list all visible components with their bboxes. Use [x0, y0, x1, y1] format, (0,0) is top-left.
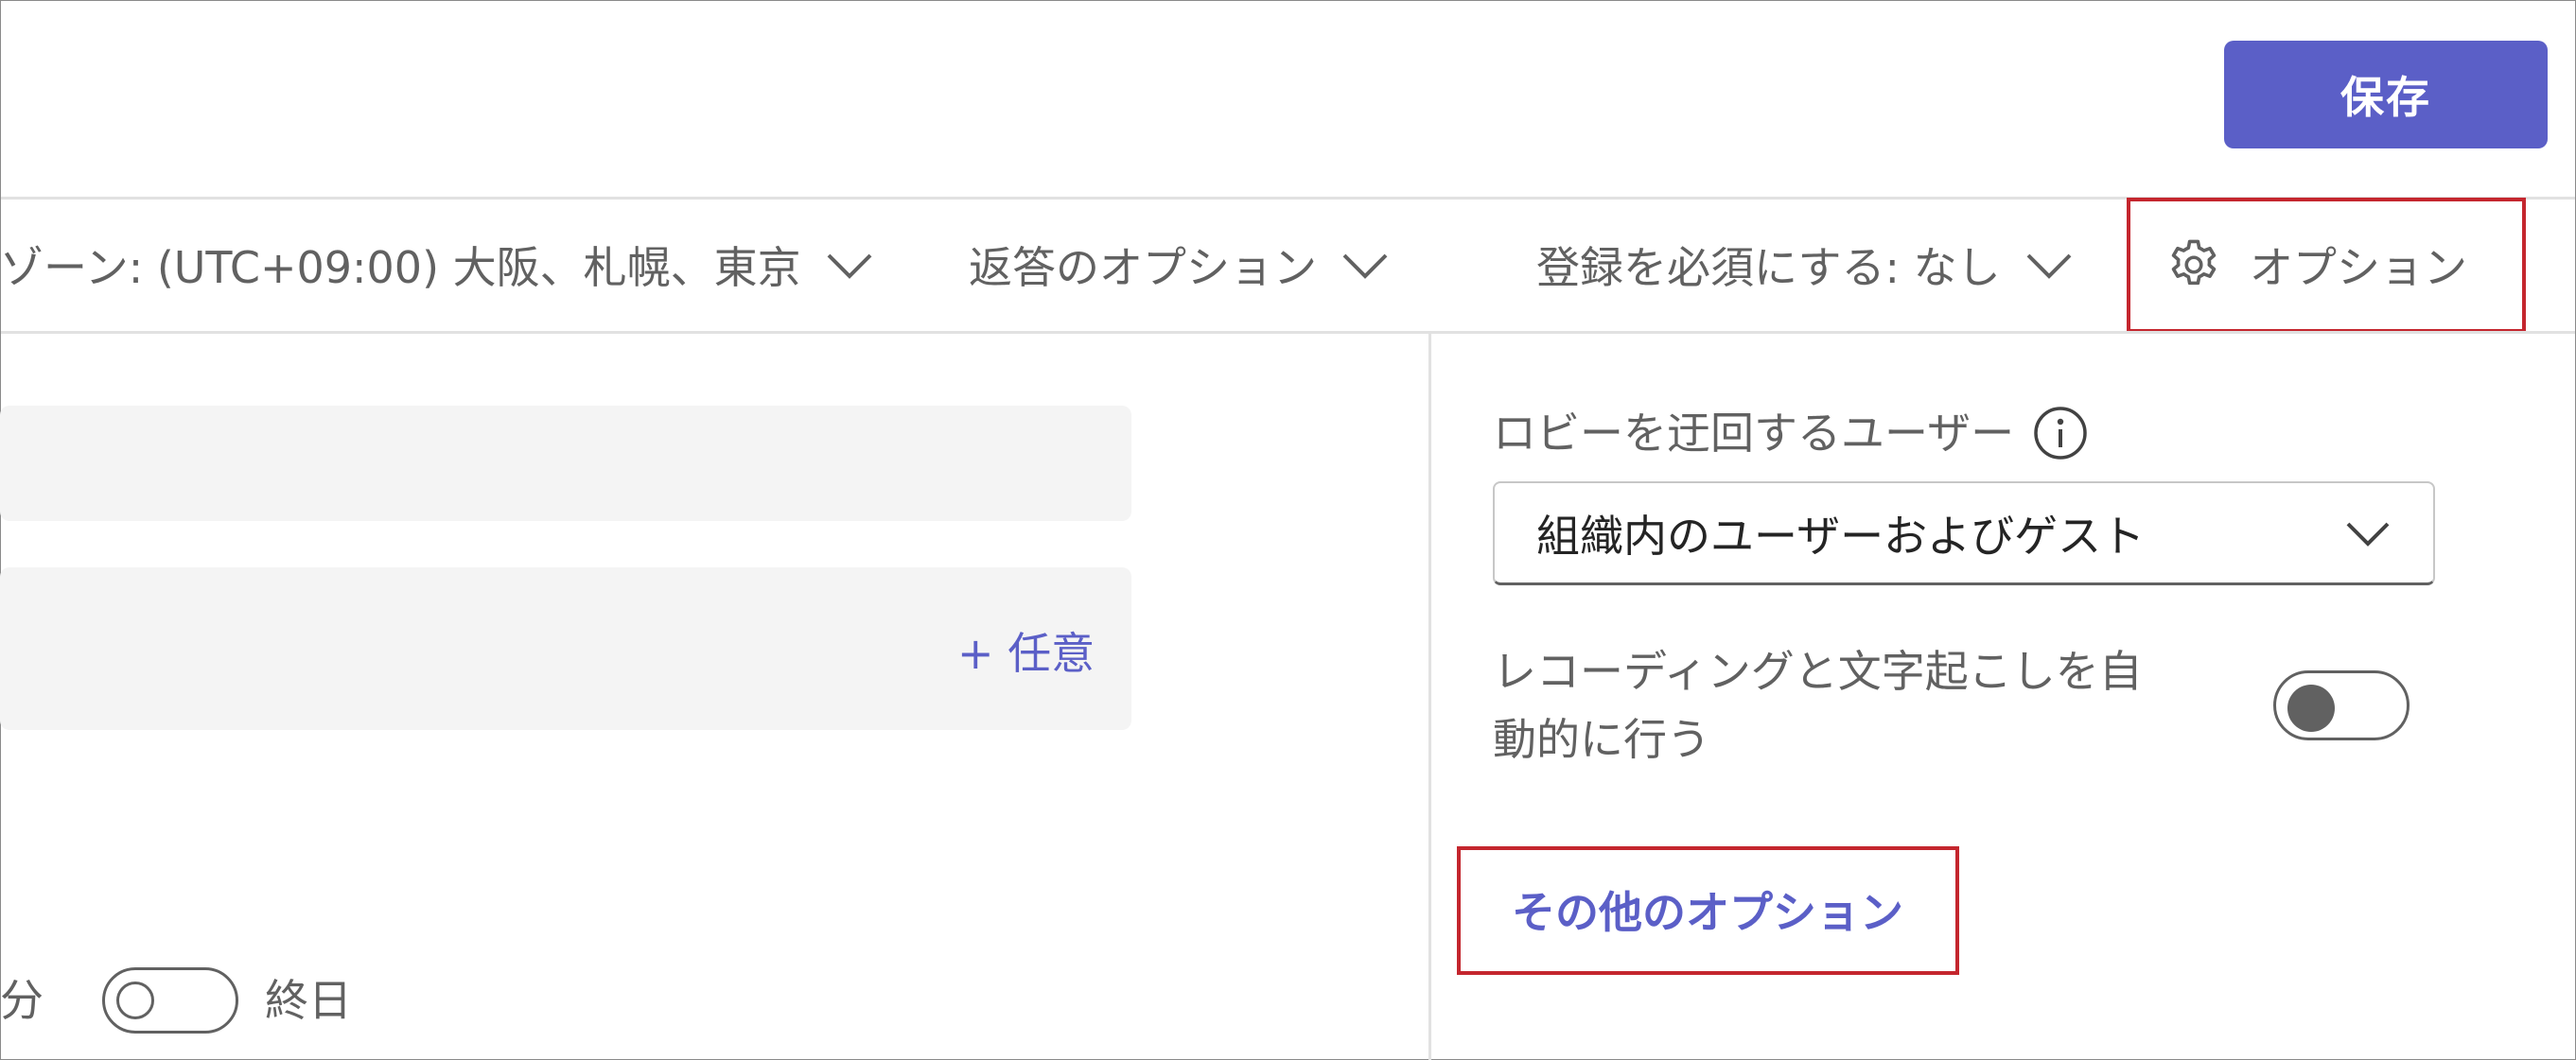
response-options-label: 返答のオプション	[969, 242, 1317, 293]
form-field-1[interactable]	[0, 406, 1131, 521]
bypass-lobby-label-row: ロビーを迂回するユーザー	[1493, 399, 2088, 467]
info-icon[interactable]	[2033, 406, 2088, 460]
more-options-label: その他のオプション	[1512, 887, 1903, 938]
bypass-lobby-select[interactable]: 組織内のユーザーおよびゲスト	[1493, 481, 2435, 585]
save-button[interactable]: 保存	[2224, 41, 2548, 148]
registration-dropdown[interactable]: 登録を必須にする: なし	[1536, 227, 2073, 303]
auto-record-label: レコーディングと文字起こしを自 動的に行う	[1493, 637, 2143, 773]
auto-record-toggle[interactable]	[2273, 670, 2410, 740]
timezone-label: ゾーン: (UTC+09:00) 大阪、札幌、東京	[0, 242, 801, 293]
optional-attendee-link[interactable]: + 任意	[957, 617, 1095, 685]
minutes-fragment: 分	[0, 975, 44, 1026]
auto-record-label-line2: 動的に行う	[1493, 714, 1710, 765]
response-options-dropdown[interactable]: 返答のオプション	[969, 227, 1389, 303]
all-day-toggle-knob	[116, 982, 154, 1019]
gear-icon	[2171, 239, 2217, 286]
auto-record-label-line1: レコーディングと文字起こしを自	[1493, 646, 2143, 697]
auto-record-toggle-knob	[2287, 685, 2335, 732]
chevron-down-icon	[1342, 253, 1388, 279]
optional-link-label: + 任意	[957, 628, 1095, 679]
chevron-down-icon	[827, 253, 872, 279]
all-day-label: 終日	[265, 975, 352, 1026]
chevron-down-icon	[2026, 253, 2072, 279]
timezone-dropdown[interactable]: ゾーン: (UTC+09:00) 大阪、札幌、東京	[0, 227, 873, 303]
more-options-link[interactable]: その他のオプション	[1476, 872, 1939, 947]
all-day-toggle[interactable]	[102, 967, 238, 1034]
chevron-down-icon	[2346, 522, 2390, 547]
bypass-lobby-value: 組織内のユーザーおよびゲスト	[1536, 510, 2146, 562]
registration-label: 登録を必須にする: なし	[1536, 242, 2001, 293]
options-button[interactable]: オプション	[2164, 227, 2467, 303]
toolbar-divider	[1, 331, 2575, 334]
options-label: オプション	[2250, 242, 2467, 293]
bypass-lobby-label: ロビーを迂回するユーザー	[1493, 408, 2015, 459]
pane-divider	[1428, 333, 1431, 1060]
